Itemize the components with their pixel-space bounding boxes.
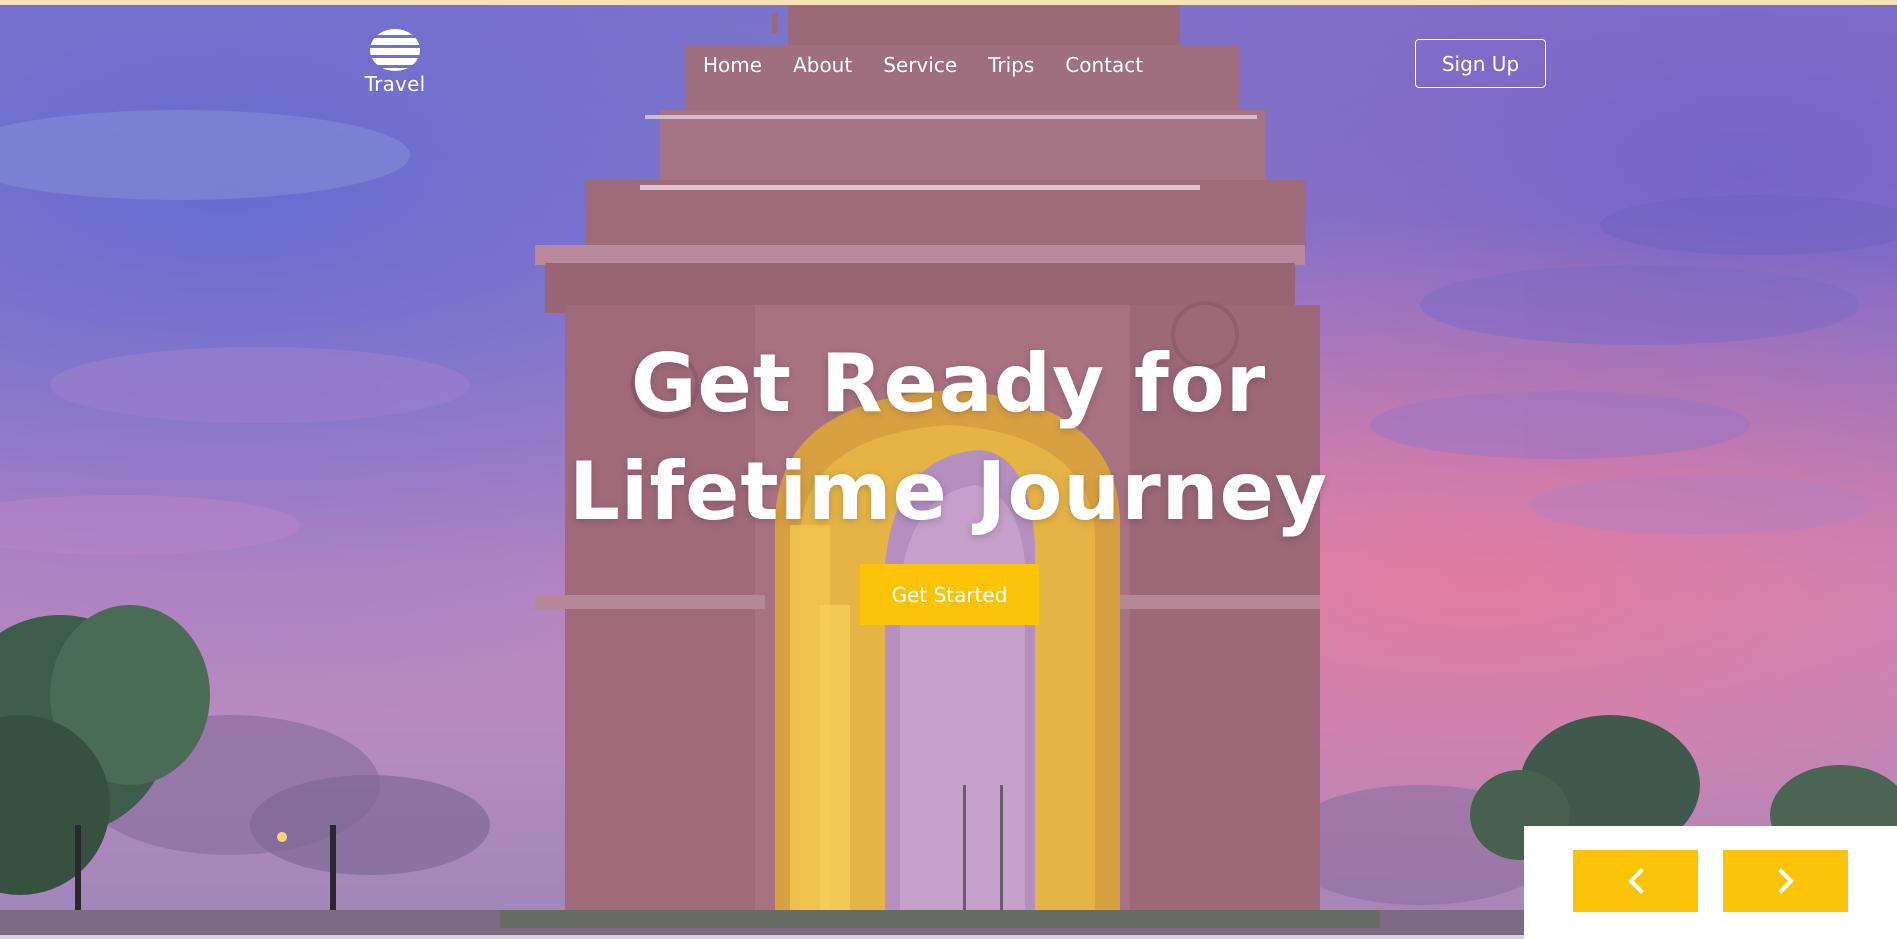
- hero-headline-line-1: Get Ready for: [630, 337, 1267, 430]
- nav-item-home[interactable]: Home: [703, 50, 762, 80]
- brand-name: Travel: [364, 72, 426, 96]
- brand-logo[interactable]: Travel: [362, 28, 428, 95]
- globe-icon: [370, 29, 420, 71]
- nav-item-service[interactable]: Service: [883, 50, 957, 80]
- nav-item-trips[interactable]: Trips: [988, 50, 1034, 80]
- sign-up-button[interactable]: Sign Up: [1415, 39, 1546, 88]
- next-slide-button[interactable]: [1723, 850, 1848, 912]
- page: Travel Home About Service Trips Contact …: [0, 0, 1897, 939]
- chevron-left-icon: [1627, 868, 1644, 894]
- main-nav: Home About Service Trips Contact: [703, 50, 1143, 80]
- hero-headline-line-2: Lifetime Journey: [568, 445, 1329, 538]
- nav-item-contact[interactable]: Contact: [1065, 50, 1143, 80]
- hero-headline: Get Ready for Lifetime Journey: [0, 330, 1897, 546]
- nav-item-about[interactable]: About: [793, 50, 852, 80]
- get-started-button[interactable]: Get Started: [860, 564, 1039, 625]
- slider-controls: [1524, 826, 1897, 939]
- top-strip: [0, 0, 1897, 5]
- previous-slide-button[interactable]: [1573, 850, 1698, 912]
- chevron-right-icon: [1777, 868, 1794, 894]
